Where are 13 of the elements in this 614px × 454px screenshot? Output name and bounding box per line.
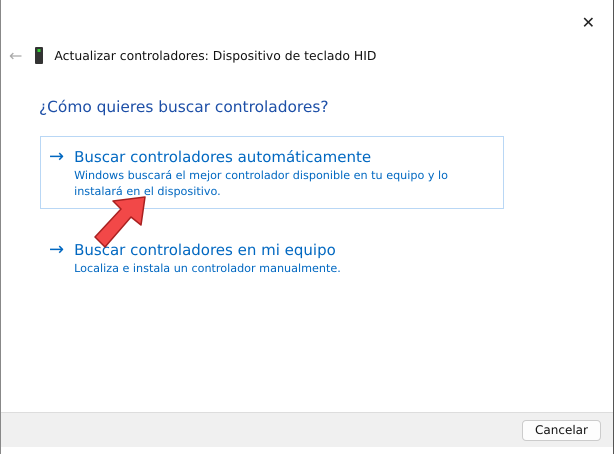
question-heading: ¿Cómo quieres buscar controladores? xyxy=(39,98,330,116)
cancel-button[interactable]: Cancelar xyxy=(522,420,601,440)
option-link[interactable]: → Buscar controladores automáticamente Windows buscará el mejor controlador disponible en tu equipo y lo instalará en el dispositivo. xyxy=(40,136,504,209)
keyboard-device-icon xyxy=(34,46,44,64)
arrow-icon: → xyxy=(49,240,64,277)
arrow-icon: → xyxy=(49,147,64,200)
option-description: Windows buscará el mejor controlador disponible en tu equipo y lo instalará en el dispositivo. xyxy=(74,168,450,200)
close-button[interactable]: ✕ xyxy=(576,10,601,34)
option-description: Localiza e instala un controlador manualmente. xyxy=(74,261,341,277)
option-title: Buscar controladores automáticamente xyxy=(74,147,372,167)
option-title: Buscar controladores en mi equipo xyxy=(74,240,337,260)
option-link[interactable]: → Buscar controladores en mi equipo Localiza e instala un controlador manualmente. xyxy=(40,229,504,286)
window-title: Actualizar controladores: Dispositivo de teclado HID xyxy=(54,48,376,62)
